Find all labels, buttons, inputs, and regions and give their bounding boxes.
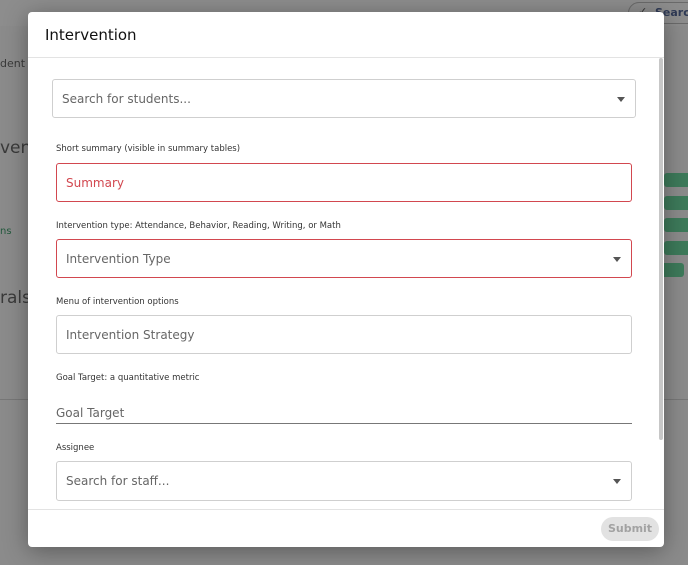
- chevron-down-icon: [613, 257, 621, 262]
- student-search-placeholder: Search for students...: [62, 92, 191, 106]
- intervention-strategy-label: Menu of intervention options: [56, 297, 179, 307]
- student-search-select[interactable]: Search for students...: [52, 79, 636, 118]
- intervention-strategy-field[interactable]: Intervention Strategy: [56, 315, 632, 354]
- dialog-footer: Submit: [28, 509, 664, 547]
- goal-target-placeholder: Goal Target: [56, 406, 125, 420]
- background-link: ns: [0, 226, 12, 237]
- dialog-header: Intervention: [28, 12, 664, 58]
- background-badge: [664, 218, 688, 232]
- summary-placeholder: Summary: [66, 176, 124, 190]
- intervention-dialog: Intervention Search for students... Shor…: [28, 12, 664, 547]
- assignee-label: Assignee: [56, 443, 95, 453]
- background-badge: [664, 196, 688, 210]
- background-badge: [664, 241, 688, 255]
- background-heading: rals: [0, 288, 31, 308]
- submit-button[interactable]: Submit: [601, 517, 659, 541]
- intervention-type-select[interactable]: Intervention Type: [56, 239, 632, 278]
- goal-target-label: Goal Target: a quantitative metric: [56, 373, 200, 383]
- assignee-placeholder: Search for staff...: [66, 474, 170, 488]
- summary-label: Short summary (visible in summary tables…: [56, 144, 241, 154]
- goal-target-field[interactable]: Goal Target: [56, 394, 632, 424]
- intervention-type-label: Intervention type: Attendance, Behavior,…: [56, 221, 341, 231]
- background-text: dent: [0, 57, 26, 70]
- background-badge: [664, 173, 688, 187]
- dialog-title: Intervention: [45, 26, 137, 44]
- assignee-select[interactable]: Search for staff...: [56, 461, 632, 501]
- summary-field[interactable]: Summary: [56, 163, 632, 202]
- chevron-down-icon: [617, 97, 625, 102]
- dialog-scrollbar[interactable]: [659, 58, 663, 440]
- intervention-strategy-placeholder: Intervention Strategy: [66, 328, 195, 342]
- intervention-type-placeholder: Intervention Type: [66, 252, 171, 266]
- dialog-body: Search for students... Short summary (vi…: [28, 58, 664, 510]
- chevron-down-icon: [613, 479, 621, 484]
